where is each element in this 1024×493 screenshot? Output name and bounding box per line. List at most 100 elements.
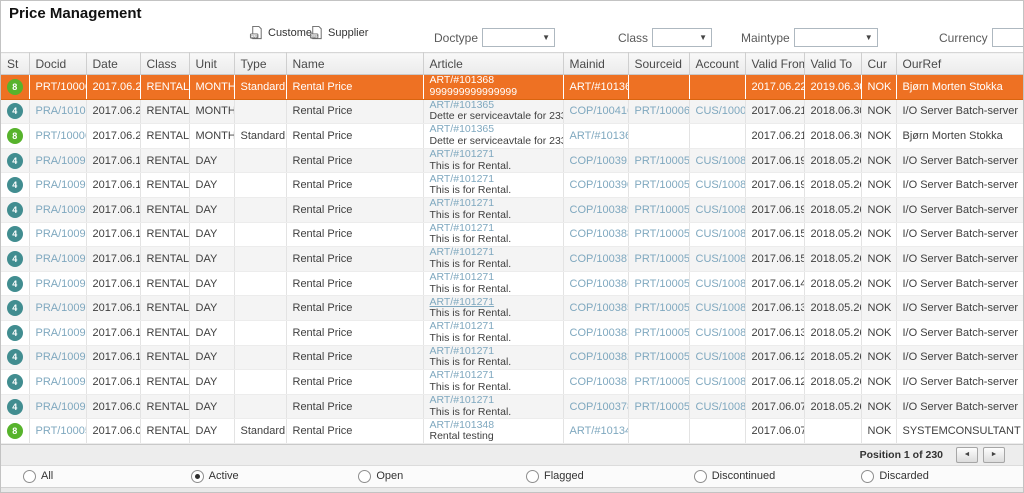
cell-docid[interactable]: PRA/100995: [29, 173, 86, 198]
radio-button-icon[interactable]: [358, 470, 371, 483]
cell-sourceid[interactable]: PRT/100056: [628, 222, 689, 247]
cell-mainid[interactable]: ART/#101368: [563, 75, 628, 100]
table-row[interactable]: 4PRA/1009952017.06.19RENTALDAYRental Pri…: [1, 173, 1023, 198]
radio-button-icon[interactable]: [23, 470, 36, 483]
cell-account[interactable]: [689, 124, 745, 149]
cell-account[interactable]: CUS/100004: [689, 99, 745, 124]
table-row[interactable]: 8PRT/1000592017.06.07RENTALDAYStandardRe…: [1, 419, 1023, 444]
column-header-mainid[interactable]: Mainid: [563, 53, 628, 75]
cell-account[interactable]: [689, 419, 745, 444]
cell-docid[interactable]: PRA/100992: [29, 247, 86, 272]
cell-docid[interactable]: PRT/100061: [29, 124, 86, 149]
column-header-valid-to[interactable]: Valid To: [804, 53, 861, 75]
column-header-cur[interactable]: Cur: [861, 53, 896, 75]
cell-mainid[interactable]: COP/100387: [563, 247, 628, 272]
cell-sourceid[interactable]: PRT/100056: [628, 173, 689, 198]
cell-sourceid[interactable]: PRT/100056: [628, 320, 689, 345]
status-radio-discarded[interactable]: Discarded: [855, 470, 1023, 483]
table-row[interactable]: 4PRA/1009902017.06.13RENTALDAYRental Pri…: [1, 296, 1023, 321]
status-radio-active[interactable]: Active: [185, 470, 353, 483]
article-id-link[interactable]: ART/#101271: [430, 272, 560, 284]
cell-mainid[interactable]: COP/100388: [563, 222, 628, 247]
cell-account[interactable]: CUS/100808: [689, 271, 745, 296]
cell-docid[interactable]: PRA/100994: [29, 197, 86, 222]
cell-sourceid[interactable]: [628, 75, 689, 100]
cell-docid[interactable]: PRA/100990: [29, 296, 86, 321]
cell-sourceid[interactable]: PRT/100056: [628, 394, 689, 419]
customer-button[interactable]: CUS Customer: [249, 25, 316, 40]
table-row[interactable]: 4PRA/1009882017.06.13RENTALDAYRental Pri…: [1, 320, 1023, 345]
column-header-sourceid[interactable]: Sourceid: [628, 53, 689, 75]
cell-account[interactable]: CUS/100808: [689, 247, 745, 272]
cell-account[interactable]: CUS/100818: [689, 197, 745, 222]
cell-sourceid[interactable]: [628, 124, 689, 149]
cell-sourceid[interactable]: PRT/100056: [628, 197, 689, 222]
column-header-type[interactable]: Type: [234, 53, 286, 75]
table-row[interactable]: 4PRA/1010212017.06.21RENTALMONTHRental P…: [1, 99, 1023, 124]
cell-sourceid[interactable]: PRT/100061: [628, 99, 689, 124]
cell-account[interactable]: CUS/100808: [689, 345, 745, 370]
cell-mainid[interactable]: COP/100389: [563, 197, 628, 222]
table-row[interactable]: 4PRA/1009912017.06.14RENTALDAYRental Pri…: [1, 271, 1023, 296]
cell-mainid[interactable]: COP/100391: [563, 148, 628, 173]
cell-docid[interactable]: PRA/100987: [29, 345, 86, 370]
table-row[interactable]: 4PRA/1009942017.06.19RENTALDAYRental Pri…: [1, 197, 1023, 222]
cell-docid[interactable]: PRA/100993: [29, 222, 86, 247]
table-row[interactable]: 4PRA/1009922017.06.15RENTALDAYRental Pri…: [1, 247, 1023, 272]
class-select[interactable]: ▼: [652, 28, 712, 47]
article-id-link[interactable]: ART/#101271: [430, 149, 560, 161]
maintype-select[interactable]: ▼: [794, 28, 878, 47]
cell-mainid[interactable]: COP/100390: [563, 173, 628, 198]
cell-docid[interactable]: PRA/100991: [29, 271, 86, 296]
cell-docid[interactable]: PRT/100059: [29, 419, 86, 444]
radio-button-icon[interactable]: [191, 470, 204, 483]
cell-mainid[interactable]: COP/100382: [563, 345, 628, 370]
cell-mainid[interactable]: COP/100385: [563, 296, 628, 321]
table-row[interactable]: 8PRT/1000612017.06.21RENTALMONTHStandard…: [1, 124, 1023, 149]
status-radio-all[interactable]: All: [1, 470, 185, 483]
table-row[interactable]: 4PRA/1009872017.06.12RENTALDAYRental Pri…: [1, 345, 1023, 370]
cell-sourceid[interactable]: PRT/100056: [628, 271, 689, 296]
cell-docid[interactable]: PRA/100996: [29, 148, 86, 173]
cell-mainid[interactable]: COP/100381: [563, 370, 628, 395]
radio-button-icon[interactable]: [694, 470, 707, 483]
cell-account[interactable]: CUS/100818: [689, 222, 745, 247]
cell-sourceid[interactable]: PRT/100056: [628, 148, 689, 173]
cell-docid[interactable]: PRT/100062: [29, 75, 86, 100]
cell-sourceid[interactable]: PRT/100056: [628, 345, 689, 370]
cell-docid[interactable]: PRA/100988: [29, 320, 86, 345]
cell-mainid[interactable]: COP/100416: [563, 99, 628, 124]
cell-account[interactable]: CUS/100808: [689, 296, 745, 321]
cell-mainid[interactable]: ART/#101365: [563, 124, 628, 149]
column-header-unit[interactable]: Unit: [189, 53, 234, 75]
cell-mainid[interactable]: COP/100386: [563, 271, 628, 296]
cell-account[interactable]: CUS/100808: [689, 148, 745, 173]
cell-mainid[interactable]: COP/100378: [563, 394, 628, 419]
cell-sourceid[interactable]: [628, 419, 689, 444]
status-radio-open[interactable]: Open: [352, 470, 520, 483]
cell-docid[interactable]: PRA/100981: [29, 394, 86, 419]
column-header-valid-from[interactable]: Valid From: [745, 53, 804, 75]
status-radio-discontinued[interactable]: Discontinued: [688, 470, 856, 483]
cell-account[interactable]: CUS/100818: [689, 370, 745, 395]
cell-docid[interactable]: PRA/100986: [29, 370, 86, 395]
cell-sourceid[interactable]: PRT/100056: [628, 247, 689, 272]
cell-account[interactable]: CUS/100854: [689, 320, 745, 345]
cell-docid[interactable]: PRA/101021: [29, 99, 86, 124]
table-row[interactable]: 4PRA/1009962017.06.19RENTALDAYRental Pri…: [1, 148, 1023, 173]
table-row[interactable]: 8PRT/1000622017.06.22RENTALMONTHStandard…: [1, 75, 1023, 100]
column-header-ourref[interactable]: OurRef: [896, 53, 1023, 75]
previous-page-button[interactable]: ◄: [956, 447, 978, 463]
column-header-name[interactable]: Name: [286, 53, 423, 75]
status-radio-flagged[interactable]: Flagged: [520, 470, 688, 483]
column-header-date[interactable]: Date: [86, 53, 140, 75]
next-page-button[interactable]: ►: [983, 447, 1005, 463]
cell-account[interactable]: CUS/100808: [689, 173, 745, 198]
supplier-button[interactable]: SUP Supplier: [309, 25, 368, 40]
column-header-article[interactable]: Article: [423, 53, 563, 75]
currency-select[interactable]: ▼: [992, 28, 1024, 47]
cell-account[interactable]: CUS/100818: [689, 394, 745, 419]
column-header-class[interactable]: Class: [140, 53, 189, 75]
cell-sourceid[interactable]: PRT/100056: [628, 296, 689, 321]
doctype-select[interactable]: ▼: [482, 28, 555, 47]
